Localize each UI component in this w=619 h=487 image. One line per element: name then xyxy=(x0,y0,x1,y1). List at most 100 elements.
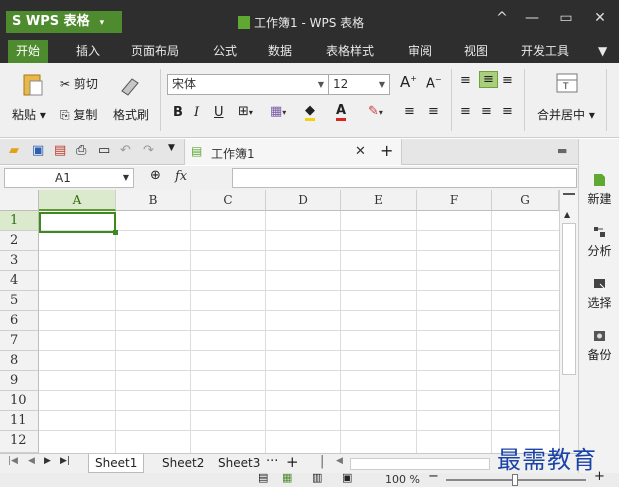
maximize-button[interactable]: ▭ xyxy=(556,10,576,26)
tab-list-icon[interactable]: ▬ xyxy=(557,144,567,157)
copy-button[interactable]: ⎘ 复制 xyxy=(60,106,97,123)
row-header[interactable]: 10 xyxy=(0,391,39,411)
new-button[interactable]: 新建 xyxy=(579,173,619,207)
font-name-select[interactable]: 宋体 ▼ xyxy=(167,74,329,95)
underline-button[interactable]: U xyxy=(214,105,224,120)
indent-decrease-icon[interactable]: ≡ xyxy=(404,104,415,119)
row-header[interactable]: 5 xyxy=(0,291,39,311)
zoom-slider-thumb[interactable] xyxy=(512,474,518,486)
tab-view[interactable]: 视图 xyxy=(464,40,488,63)
insert-function-button[interactable]: fx xyxy=(175,169,187,184)
row-header[interactable]: 7 xyxy=(0,331,39,351)
tab-page-layout[interactable]: 页面布局 xyxy=(131,40,179,63)
formula-input[interactable] xyxy=(232,168,577,188)
align-bottom-icon[interactable]: ≡ xyxy=(502,73,513,88)
column-header[interactable]: F xyxy=(417,190,492,211)
zoom-out-button[interactable]: − xyxy=(428,469,439,484)
save-icon[interactable]: ▣ xyxy=(32,143,44,158)
row-header[interactable]: 6 xyxy=(0,311,39,331)
more-sheets-button[interactable]: ··· xyxy=(266,454,278,469)
reading-mode-icon[interactable]: ▣ xyxy=(342,471,352,484)
increase-font-icon[interactable]: A+ xyxy=(400,73,417,91)
cut-button[interactable]: ✂ 剪切 xyxy=(60,75,98,92)
fill-handle[interactable] xyxy=(113,230,118,235)
tab-insert[interactable]: 插入 xyxy=(76,40,100,63)
page-break-view-icon[interactable]: ▥ xyxy=(312,471,322,484)
row-header[interactable]: 11 xyxy=(0,411,39,431)
scroll-up-icon[interactable]: ▲ xyxy=(564,210,570,219)
tab-developer[interactable]: 开发工具 xyxy=(521,40,569,63)
document-tab[interactable]: ▤ 工作簿1 ✕ xyxy=(184,139,402,165)
row-header[interactable]: 3 xyxy=(0,251,39,271)
align-center-icon[interactable]: ≡ xyxy=(481,104,492,119)
name-box[interactable]: A1 ▼ xyxy=(4,168,134,188)
scroll-thumb[interactable] xyxy=(562,223,576,375)
customize-qat-icon[interactable]: ▼ xyxy=(168,143,175,153)
row-header[interactable]: 1 xyxy=(0,211,39,231)
column-header[interactable]: B xyxy=(116,190,191,211)
minimize-button[interactable]: — xyxy=(522,10,542,26)
borders-icon[interactable]: ⊞▾ xyxy=(238,104,253,119)
undo-icon[interactable]: ↶ xyxy=(120,143,131,158)
cell-style-icon[interactable]: ▦▾ xyxy=(270,104,286,119)
select-button[interactable]: 选择 xyxy=(579,277,619,311)
collapse-ribbon-button[interactable]: ^ xyxy=(492,10,512,26)
format-painter-button[interactable]: 格式刷 xyxy=(113,106,149,123)
merge-center-icon[interactable]: T xyxy=(556,73,578,93)
align-left-icon[interactable]: ≡ xyxy=(460,104,471,119)
align-middle-icon[interactable]: ≡ xyxy=(479,71,498,88)
app-menu-button[interactable]: S WPS 表格 ▾ xyxy=(6,11,122,33)
last-sheet-icon[interactable]: ▶| xyxy=(60,456,70,466)
first-sheet-icon[interactable]: |◀ xyxy=(8,456,18,466)
format-painter-icon[interactable] xyxy=(118,73,142,97)
redo-icon[interactable]: ↷ xyxy=(143,143,154,158)
tab-split-handle[interactable]: | xyxy=(320,454,324,469)
tab-formulas[interactable]: 公式 xyxy=(213,40,237,63)
next-sheet-icon[interactable]: ▶ xyxy=(44,456,51,466)
row-header[interactable]: 2 xyxy=(0,231,39,251)
skin-icon[interactable]: ▼ xyxy=(598,40,607,63)
sheet-tab[interactable]: Sheet2 xyxy=(156,454,210,473)
italic-button[interactable]: I xyxy=(194,105,199,120)
open-folder-icon[interactable]: ▰ xyxy=(9,143,19,158)
close-button[interactable]: ✕ xyxy=(590,10,610,26)
zoom-search-icon[interactable]: ⊕ xyxy=(150,168,161,183)
tab-table-style[interactable]: 表格样式 xyxy=(326,40,374,63)
merge-center-button[interactable]: 合并居中 ▾ xyxy=(537,106,595,123)
paste-icon[interactable] xyxy=(22,71,44,97)
backup-button[interactable]: 备份 xyxy=(579,329,619,363)
indent-increase-icon[interactable]: ≡ xyxy=(428,104,439,119)
vertical-scrollbar[interactable]: ▲ xyxy=(559,190,578,453)
row-header[interactable]: 9 xyxy=(0,371,39,391)
paste-button[interactable]: 粘贴 ▾ xyxy=(12,106,46,123)
active-cell[interactable] xyxy=(39,212,118,235)
column-header[interactable]: D xyxy=(266,190,341,211)
normal-view-icon[interactable]: ▤ xyxy=(258,471,268,484)
row-header[interactable]: 4 xyxy=(0,271,39,291)
align-top-icon[interactable]: ≡ xyxy=(460,73,471,88)
select-all-corner[interactable] xyxy=(0,190,39,211)
bold-button[interactable]: B xyxy=(173,105,183,120)
add-sheet-button[interactable]: + xyxy=(286,453,299,471)
close-tab-icon[interactable]: ✕ xyxy=(355,144,366,159)
column-header[interactable]: G xyxy=(492,190,559,211)
tab-review[interactable]: 审阅 xyxy=(408,40,432,63)
row-header[interactable]: 8 xyxy=(0,351,39,371)
print-preview-icon[interactable]: ▭ xyxy=(98,143,110,158)
split-handle[interactable] xyxy=(563,193,575,195)
font-size-select[interactable]: 12 ▼ xyxy=(328,74,390,95)
sheet-tab[interactable]: Sheet1 xyxy=(88,454,145,473)
tab-data[interactable]: 数据 xyxy=(268,40,292,63)
new-tab-button[interactable]: + xyxy=(380,141,393,160)
analyze-button[interactable]: 分析 xyxy=(579,225,619,259)
column-header[interactable]: A xyxy=(39,190,116,211)
tab-home[interactable]: 开始 xyxy=(8,40,49,63)
column-header[interactable]: E xyxy=(341,190,417,211)
fill-color-icon[interactable]: ◆ xyxy=(305,104,315,121)
scroll-left-icon[interactable]: ◀ xyxy=(336,456,343,466)
horizontal-scrollbar[interactable] xyxy=(350,458,490,470)
decrease-font-icon[interactable]: A− xyxy=(426,75,442,91)
align-right-icon[interactable]: ≡ xyxy=(502,104,513,119)
clear-format-icon[interactable]: ✎▾ xyxy=(368,104,383,119)
prev-sheet-icon[interactable]: ◀ xyxy=(28,456,35,466)
